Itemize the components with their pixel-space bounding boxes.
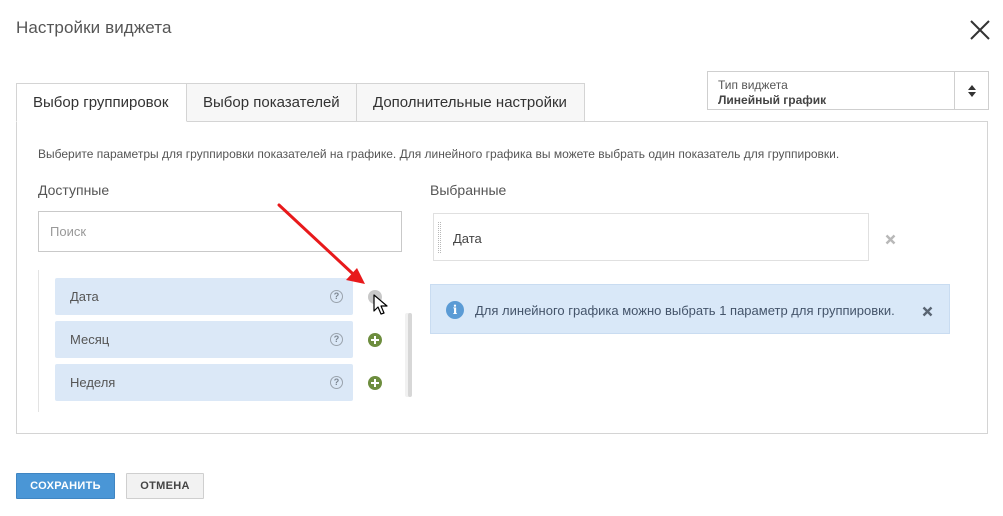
add-circle-icon[interactable] (368, 333, 382, 347)
widget-type-label: Тип виджета (718, 78, 788, 92)
tabs: Выбор группировок Выбор показателей Допо… (16, 83, 585, 122)
drag-handle[interactable] (438, 222, 441, 253)
list-item-date[interactable]: Дата ? (55, 278, 353, 315)
info-alert: i Для линейного графика можно выбрать 1 … (430, 284, 950, 334)
close-alert-icon[interactable] (922, 304, 933, 317)
search-input[interactable] (38, 211, 402, 252)
help-icon[interactable]: ? (330, 290, 343, 303)
list-item-label: Месяц (70, 332, 110, 347)
cancel-button[interactable]: ОТМЕНА (126, 473, 204, 499)
help-icon[interactable]: ? (330, 333, 343, 346)
list-item-label: Дата (70, 289, 99, 304)
mouse-cursor-icon (373, 294, 388, 315)
remove-icon[interactable] (885, 232, 896, 245)
tab-metrics[interactable]: Выбор показателей (186, 83, 357, 122)
list-divider (38, 270, 39, 412)
tab-groupings[interactable]: Выбор группировок (16, 83, 187, 122)
add-circle-icon[interactable] (368, 376, 382, 390)
selected-item-date[interactable]: Дата (433, 213, 869, 261)
save-button[interactable]: СОХРАНИТЬ (16, 473, 115, 499)
list-item-month[interactable]: Месяц ? (55, 321, 353, 358)
help-icon[interactable]: ? (330, 376, 343, 389)
widget-type-select[interactable]: Тип виджета Линейный график (707, 71, 989, 110)
available-list: Дата ? Месяц ? Неделя ? (38, 270, 412, 412)
close-icon[interactable] (968, 18, 992, 42)
available-heading: Доступные (38, 182, 110, 198)
info-icon: i (446, 301, 464, 319)
list-item-label: Неделя (70, 375, 116, 390)
modal-title: Настройки виджета (16, 18, 172, 37)
tab-advanced-settings[interactable]: Дополнительные настройки (356, 83, 585, 122)
info-text: Для линейного графика можно выбрать 1 па… (475, 303, 895, 318)
selected-heading: Выбранные (430, 182, 507, 198)
widget-type-value: Линейный график (718, 93, 827, 107)
selected-item-label: Дата (453, 231, 482, 246)
panel-description: Выберите параметры для группировки показ… (38, 147, 840, 161)
list-item-week[interactable]: Неделя ? (55, 364, 353, 401)
sort-arrows-icon (954, 72, 988, 109)
scrollbar-thumb[interactable] (408, 313, 412, 397)
